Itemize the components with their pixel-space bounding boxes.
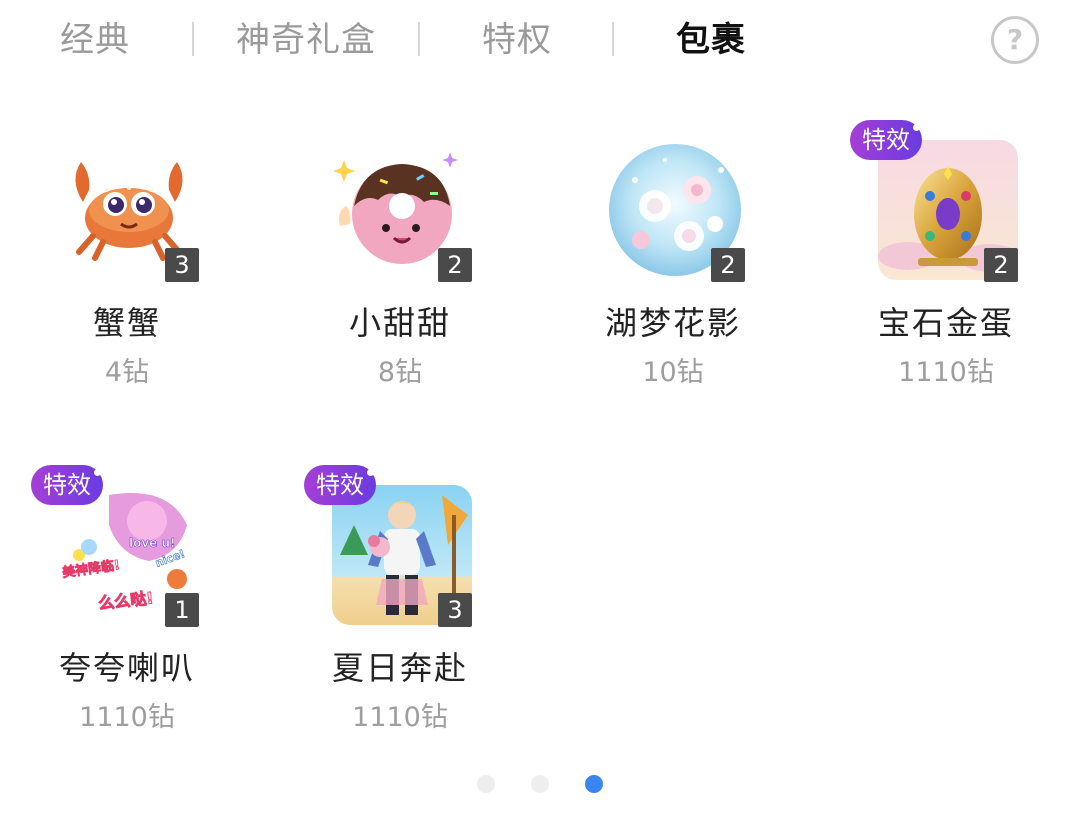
gift-count: 3: [438, 593, 472, 627]
gift-name: 湖梦花影: [604, 304, 741, 342]
tab-package[interactable]: 包裹: [676, 14, 746, 66]
gift-name: 夸夸喇叭: [58, 649, 195, 687]
tab-divider: [192, 22, 194, 56]
gift-name: 夏日奔赴: [331, 649, 468, 687]
gift-name: 小甜甜: [348, 304, 451, 342]
tab-magic-box[interactable]: 神奇礼盒: [236, 14, 376, 66]
tab-privilege[interactable]: 特权: [482, 14, 552, 66]
gift-item-crab[interactable]: 3 蟹蟹 4钻: [27, 140, 227, 400]
effect-badge: 特效: [31, 465, 103, 505]
gift-price: 1110钻: [79, 702, 175, 733]
gift-price: 1110钻: [352, 702, 448, 733]
page-dot-2[interactable]: [531, 775, 549, 793]
gift-count: 2: [711, 248, 745, 282]
gift-price: 4钻: [104, 357, 150, 388]
question-circle-icon[interactable]: ?: [991, 16, 1039, 64]
gift-item-donut[interactable]: 2 小甜甜 8钻: [300, 140, 500, 400]
gift-item-jeweled-egg[interactable]: 特效 2 宝石金蛋 1110钻: [846, 120, 1046, 400]
gift-count: 2: [438, 248, 472, 282]
tab-classic[interactable]: 经典: [60, 14, 130, 66]
gift-price: 1110钻: [898, 357, 994, 388]
gift-item-praise-horn[interactable]: 特效 love u! nice! 美神降临! 么么哒! 1 夸夸喇叭 1110钻: [27, 465, 227, 745]
gift-name: 宝石金蛋: [877, 304, 1014, 342]
tab-bar: 经典 神奇礼盒 特权 包裹 ?: [0, 0, 1080, 80]
page-dot-1[interactable]: [477, 775, 495, 793]
horn-sticker-text: love u!: [129, 536, 176, 550]
effect-badge: 特效: [850, 120, 922, 160]
gift-item-summer-man[interactable]: 特效 3 夏日奔赴 1110钻: [300, 465, 500, 745]
gift-price: 10钻: [642, 357, 704, 388]
tab-divider: [418, 22, 420, 56]
effect-badge: 特效: [304, 465, 376, 505]
gift-price: 8钻: [377, 357, 423, 388]
gift-count: 1: [165, 593, 199, 627]
gift-count: 2: [984, 248, 1018, 282]
gift-name: 蟹蟹: [92, 304, 161, 342]
tab-divider: [612, 22, 614, 56]
gift-count: 3: [165, 248, 199, 282]
page-dot-3-active[interactable]: [585, 775, 603, 793]
gift-item-flower-orb[interactable]: 2 湖梦花影 10钻: [573, 140, 773, 400]
